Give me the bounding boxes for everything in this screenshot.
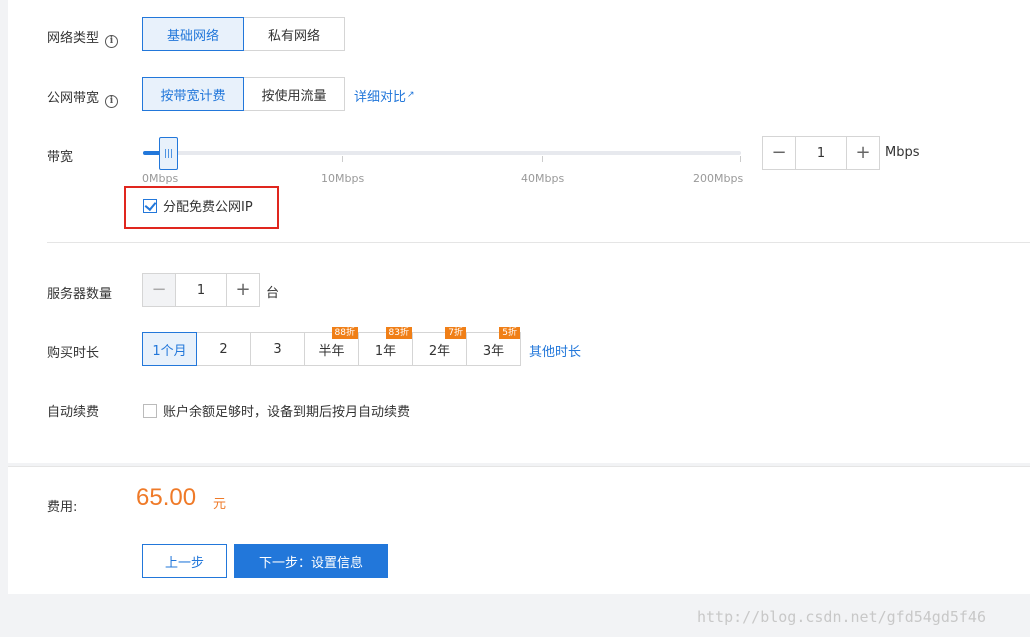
free-ip-label: 分配免费公网IP [163, 200, 253, 215]
duration-option-label: 半年 [318, 343, 345, 359]
duration-option-label: 1年 [374, 343, 397, 359]
slider-tick-label: 200Mbps [693, 172, 744, 185]
slider-tick [542, 156, 543, 162]
price-amount: 65.00 [136, 484, 197, 511]
bandwidth-increment-button[interactable]: + [846, 136, 880, 170]
duration-option-label: 1个月 [152, 343, 187, 359]
other-duration-link[interactable]: 其他时长 [529, 341, 581, 360]
auto-renew-text: 账户余额足够时，设备到期后按月自动续费 [163, 405, 411, 420]
duration-option-label: 3 [273, 341, 282, 357]
auto-renew-label: 自动续费 [47, 405, 100, 420]
duration-option-label: 3年 [482, 343, 505, 359]
bandwidth-billing-label: 公网带宽 [47, 91, 100, 106]
network-type-row-label: 网络类型 i [47, 27, 119, 48]
duration-option-1-month[interactable]: 1个月 [142, 332, 197, 366]
server-count-increment-button[interactable]: + [226, 273, 260, 307]
bandwidth-billing-selector: 按带宽计费 按使用流量 [142, 77, 345, 111]
prev-step-button[interactable]: 上一步 [142, 544, 227, 578]
discount-badge: 7折 [445, 327, 466, 339]
duration-option-half-year[interactable]: 半年 88折 [304, 327, 359, 366]
duration-option-3[interactable]: 3 [250, 332, 305, 366]
auto-renew-checkbox[interactable] [143, 404, 157, 418]
free-ip-option[interactable]: 分配免费公网IP [143, 196, 253, 215]
slider-tick [740, 156, 741, 162]
network-type-label: 网络类型 [47, 31, 100, 46]
server-count-value-input[interactable]: 1 [176, 273, 226, 307]
duration-option-label: 2 [219, 341, 228, 357]
duration-option-2[interactable]: 2 [196, 332, 251, 366]
bandwidth-slider-track[interactable] [143, 151, 741, 155]
bandwidth-billing-row-label: 公网带宽 i [47, 87, 119, 108]
duration-option-2-year[interactable]: 2年 7折 [412, 327, 467, 366]
bandwidth-stepper: − 1 + [762, 136, 880, 170]
watermark: http://blog.csdn.net/gfd54gd5f46 [697, 608, 986, 626]
duration-option-1-year[interactable]: 1年 83折 [358, 327, 413, 366]
slider-tick-label: 40Mbps [521, 172, 565, 185]
server-count-decrement-button[interactable]: − [142, 273, 176, 307]
duration-option-label: 2年 [428, 343, 451, 359]
server-count-label: 服务器数量 [47, 287, 113, 302]
network-type-option-private[interactable]: 私有网络 [243, 17, 345, 51]
duration-option-3-year[interactable]: 3年 5折 [466, 327, 521, 366]
compare-link[interactable]: 详细对比↗ [354, 86, 415, 105]
discount-badge: 83折 [385, 327, 412, 339]
network-type-selector: 基础网络 私有网络 [142, 17, 345, 51]
bandwidth-unit: Mbps [885, 145, 920, 160]
server-count-stepper: − 1 + [142, 273, 260, 307]
bandwidth-slider-handle[interactable]: ||| [159, 137, 178, 170]
section-divider [47, 242, 1030, 243]
billing-option-by-traffic[interactable]: 按使用流量 [243, 77, 345, 111]
duration-selector: 1个月 2 3 半年 88折 1年 83折 2年 7折 3年 5折 [142, 327, 521, 366]
slider-tick-label: 0Mbps [142, 172, 179, 185]
discount-badge: 5折 [499, 327, 520, 339]
slider-tick-label: 10Mbps [321, 172, 365, 185]
info-icon[interactable]: i [105, 95, 119, 108]
next-step-button[interactable]: 下一步：设置信息 [234, 544, 388, 578]
billing-option-by-bandwidth[interactable]: 按带宽计费 [142, 77, 244, 111]
bandwidth-value-input[interactable]: 1 [796, 136, 846, 170]
duration-label: 购买时长 [47, 346, 100, 361]
compare-link-label: 详细对比 [354, 90, 407, 105]
price-unit: 元 [213, 497, 227, 512]
free-ip-checkbox[interactable] [143, 199, 157, 213]
bandwidth-decrement-button[interactable]: − [762, 136, 796, 170]
config-panel: 网络类型 i 基础网络 私有网络 公网带宽 i 按带宽计费 按使用流量 详细对比↗ … [8, 0, 1030, 463]
network-type-option-basic[interactable]: 基础网络 [142, 17, 244, 51]
server-count-unit: 台 [266, 286, 280, 301]
cost-label: 费用: [47, 500, 78, 515]
external-link-icon: ↗ [407, 90, 415, 100]
bandwidth-label: 带宽 [47, 150, 74, 165]
slider-tick [342, 156, 343, 162]
discount-badge: 88折 [331, 327, 358, 339]
auto-renew-option[interactable]: 账户余额足够时，设备到期后按月自动续费 [143, 401, 410, 420]
info-icon[interactable]: i [105, 35, 119, 48]
